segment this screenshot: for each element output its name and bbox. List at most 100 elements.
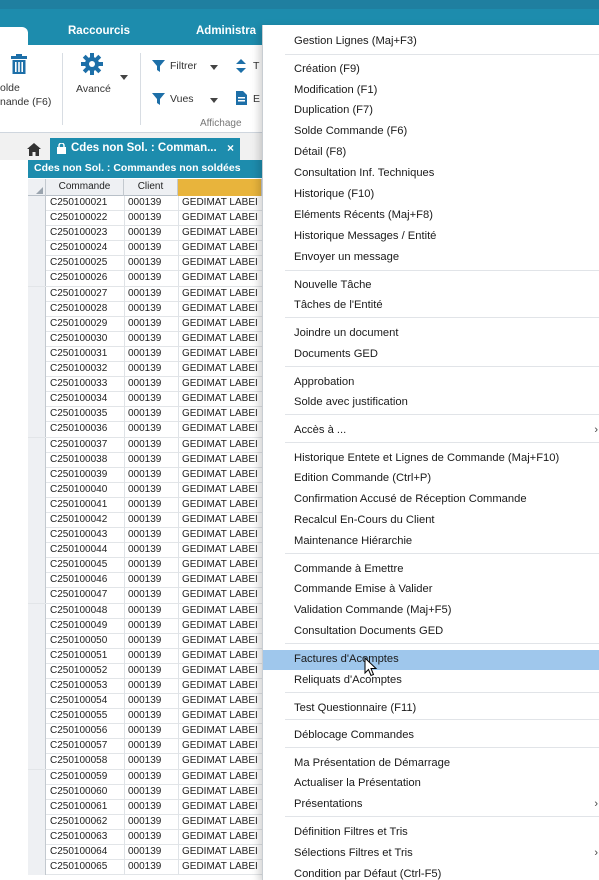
table-row[interactable]: C250100038 000139 GEDIMAT LABEI <box>28 452 262 468</box>
table-row[interactable]: C250100025 000139 GEDIMAT LABEI <box>28 256 262 272</box>
row-indicator[interactable] <box>28 286 46 302</box>
table-row[interactable]: C250100043 000139 GEDIMAT LABEI <box>28 528 262 544</box>
row-indicator[interactable] <box>28 362 46 378</box>
row-indicator[interactable] <box>28 814 46 830</box>
menu-item[interactable]: Solde avec justification <box>263 393 599 413</box>
table-row[interactable]: C250100037 000139 GEDIMAT LABEI <box>28 437 262 453</box>
table-row[interactable]: C250100051 000139 GEDIMAT LABEI <box>28 648 262 664</box>
row-indicator[interactable] <box>28 724 46 740</box>
menu-item[interactable]: Modification (F1) <box>263 81 599 101</box>
row-indicator[interactable] <box>28 528 46 544</box>
row-indicator[interactable] <box>28 739 46 755</box>
menu-item[interactable]: Test Questionnaire (F11) <box>263 699 599 719</box>
table-row[interactable]: C250100035 000139 GEDIMAT LABEI <box>28 407 262 423</box>
table-row[interactable]: C250100024 000139 GEDIMAT LABEI <box>28 241 262 257</box>
row-indicator[interactable] <box>28 422 46 438</box>
tab-administration[interactable]: Administra <box>196 25 256 37</box>
column-header-raison-sociale[interactable] <box>178 179 262 196</box>
menu-item[interactable]: Commande Emise à Valider <box>263 580 599 600</box>
row-indicator[interactable] <box>28 829 46 845</box>
menu-item[interactable]: Consultation Inf. Techniques <box>263 164 599 184</box>
row-indicator[interactable] <box>28 618 46 634</box>
row-indicator[interactable] <box>28 679 46 694</box>
table-row[interactable]: C250100040 000139 GEDIMAT LABEI <box>28 482 262 498</box>
menu-item[interactable]: Présentations › <box>263 795 599 815</box>
table-row[interactable]: C250100053 000139 GEDIMAT LABEI <box>28 679 262 695</box>
row-indicator[interactable] <box>28 694 46 710</box>
table-row[interactable]: C250100049 000139 GEDIMAT LABEI <box>28 618 262 634</box>
menu-item[interactable]: Eléments Récents (Maj+F8) <box>263 206 599 226</box>
menu-item[interactable]: Recalcul En-Cours du Client <box>263 511 599 531</box>
menu-item[interactable]: Nouvelle Tâche <box>263 276 599 296</box>
table-row[interactable]: C250100056 000139 GEDIMAT LABEI <box>28 724 262 740</box>
menu-item[interactable]: Détail (F8) <box>263 143 599 163</box>
document-tab[interactable]: Cdes non Sol. : Comman... × <box>50 138 240 160</box>
table-row[interactable]: C250100046 000139 GEDIMAT LABEI <box>28 573 262 589</box>
row-indicator[interactable] <box>28 437 46 453</box>
menu-item[interactable]: Envoyer un message <box>263 248 599 268</box>
table-row[interactable]: C250100060 000139 GEDIMAT LABEI <box>28 784 262 800</box>
menu-item[interactable]: Solde Commande (F6) <box>263 122 599 142</box>
row-indicator[interactable] <box>28 558 46 574</box>
row-indicator[interactable] <box>28 271 46 287</box>
menu-item[interactable]: Confirmation Accusé de Réception Command… <box>263 490 599 510</box>
table-row[interactable]: C250100064 000139 GEDIMAT LABEI <box>28 845 262 861</box>
menu-item[interactable]: Création (F9) <box>263 60 599 80</box>
table-row[interactable]: C250100047 000139 GEDIMAT LABEI <box>28 588 262 604</box>
export-button[interactable]: E <box>236 90 262 108</box>
table-row[interactable]: C250100052 000139 GEDIMAT LABEI <box>28 663 262 679</box>
menu-item[interactable]: Validation Commande (Maj+F5) <box>263 601 599 621</box>
table-row[interactable]: C250100027 000139 GEDIMAT LABEI <box>28 286 262 302</box>
menu-item[interactable]: Factures d'Acomptes <box>263 650 599 670</box>
row-indicator[interactable] <box>28 573 46 589</box>
row-indicator[interactable] <box>28 543 46 559</box>
table-row[interactable]: C250100039 000139 GEDIMAT LABEI <box>28 467 262 483</box>
table-row[interactable]: C250100023 000139 GEDIMAT LABEI <box>28 226 262 242</box>
row-indicator[interactable] <box>28 860 46 876</box>
row-indicator[interactable] <box>28 709 46 725</box>
menu-item[interactable]: Edition Commande (Ctrl+P) <box>263 469 599 489</box>
row-indicator[interactable] <box>28 452 46 468</box>
menu-item[interactable]: Tâches de l'Entité <box>263 296 599 316</box>
menu-item[interactable]: Déblocage Commandes <box>263 726 599 746</box>
row-indicator[interactable] <box>28 633 46 649</box>
row-indicator[interactable] <box>28 226 46 242</box>
select-all-cell[interactable] <box>28 179 46 196</box>
column-header-client[interactable]: Client <box>124 179 178 196</box>
close-icon[interactable]: × <box>227 141 234 155</box>
table-row[interactable]: C250100061 000139 GEDIMAT LABEI <box>28 799 262 815</box>
row-indicator[interactable] <box>28 588 46 604</box>
menu-item[interactable]: Sélections Filtres et Tris › <box>263 844 599 864</box>
row-indicator[interactable] <box>28 769 46 785</box>
row-indicator[interactable] <box>28 603 46 619</box>
menu-item[interactable]: Consultation Documents GED <box>263 622 599 642</box>
tab-raccourcis[interactable]: Raccourcis <box>68 25 130 37</box>
table-row[interactable]: C250100062 000139 GEDIMAT LABEI <box>28 814 262 830</box>
table-row[interactable]: C250100029 000139 GEDIMAT LABEI <box>28 316 262 332</box>
vues-button[interactable]: Vues <box>150 90 224 108</box>
table-row[interactable]: C250100045 000139 GEDIMAT LABEI <box>28 558 262 574</box>
row-indicator[interactable] <box>28 392 46 408</box>
menu-item[interactable]: Gestion Lignes (Maj+F3) <box>263 32 599 52</box>
row-indicator[interactable] <box>28 512 46 528</box>
row-indicator[interactable] <box>28 301 46 317</box>
row-indicator[interactable] <box>28 648 46 664</box>
solde-commande-button[interactable]: olde nande (F6) <box>0 45 60 115</box>
menu-item[interactable]: Joindre un document <box>263 324 599 344</box>
menu-item[interactable]: Ma Présentation de Démarrage <box>263 754 599 774</box>
table-row[interactable]: C250100021 000139 GEDIMAT LABEI <box>28 196 262 212</box>
table-row[interactable]: C250100036 000139 GEDIMAT LABEI <box>28 422 262 438</box>
menu-item[interactable]: Historique Entete et Lignes de Commande … <box>263 449 599 469</box>
row-indicator[interactable] <box>28 346 46 362</box>
row-indicator[interactable] <box>28 256 46 272</box>
avance-button[interactable]: Avancé <box>70 45 132 115</box>
row-indicator[interactable] <box>28 799 46 815</box>
table-row[interactable]: C250100030 000139 GEDIMAT LABEI <box>28 331 262 347</box>
table-row[interactable]: C250100058 000139 GEDIMAT LABEI <box>28 754 262 770</box>
menu-item[interactable]: Actualiser la Présentation <box>263 774 599 794</box>
table-row[interactable]: C250100031 000139 GEDIMAT LABEI <box>28 346 262 363</box>
table-row[interactable]: C250100032 000139 GEDIMAT LABEI <box>28 362 262 378</box>
row-indicator[interactable] <box>28 845 46 861</box>
row-indicator[interactable] <box>28 241 46 257</box>
menu-item[interactable]: Condition par Défaut (Ctrl-F5) <box>263 865 599 880</box>
